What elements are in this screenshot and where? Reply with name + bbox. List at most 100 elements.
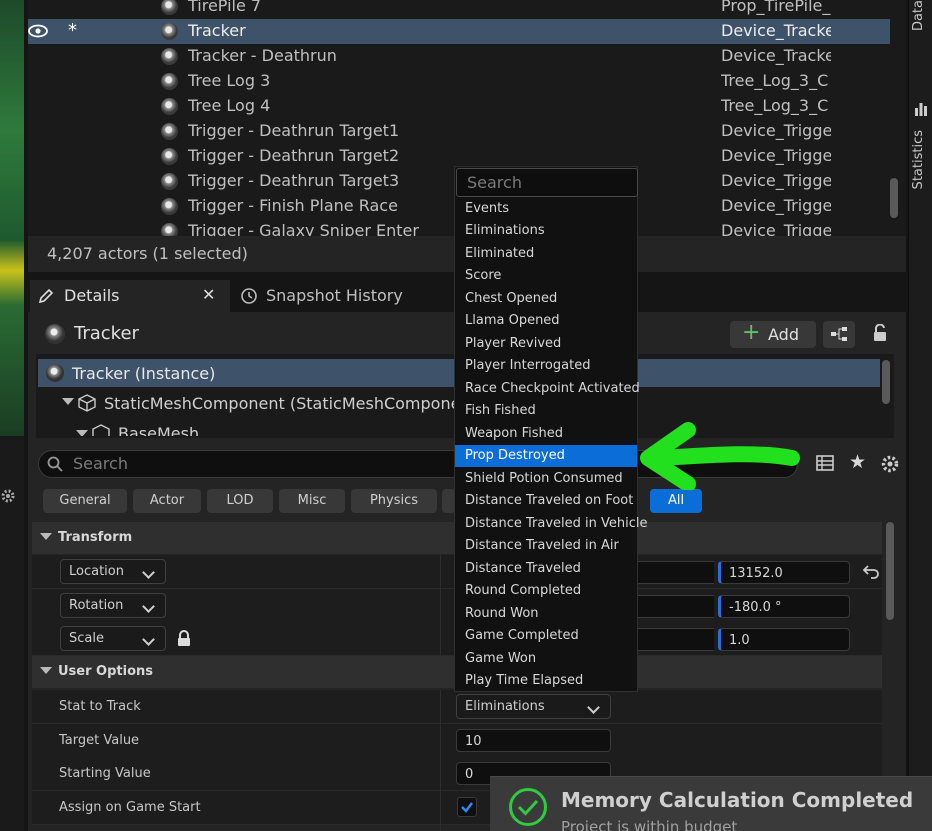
actor-type: Device_Trigge [721, 196, 831, 215]
rotation-z-field[interactable]: -180.0 ° [718, 595, 850, 618]
actor-icon [45, 324, 65, 344]
history-icon [241, 288, 257, 304]
menu-item[interactable]: Player Interrogated [455, 355, 637, 377]
filter-misc[interactable]: Misc [279, 489, 345, 513]
actor-name: Tree Log 4 [188, 96, 271, 115]
menu-item-highlighted[interactable]: Prop Destroyed [455, 445, 637, 467]
actor-name: Trigger - Deathrun Target1 [188, 121, 400, 140]
outliner-scrollbar[interactable] [890, 178, 898, 218]
rotation-y-field[interactable] [636, 595, 714, 618]
close-icon[interactable]: ✕ [202, 285, 215, 304]
assign-on-start-label: Assign on Game Start [59, 800, 201, 815]
scale-z-field[interactable]: 1.0 [718, 628, 850, 651]
component-label: BaseMesh [118, 424, 200, 436]
device-icon [161, 173, 178, 190]
location-z-field[interactable]: 13152.0 [718, 561, 850, 584]
actor-type: Device_Tracke [721, 46, 831, 65]
menu-search-input[interactable]: Search [456, 168, 638, 197]
viewport-edge [0, 0, 24, 436]
location-mode-dropdown[interactable]: Location [60, 559, 166, 584]
location-y-field[interactable] [636, 561, 714, 584]
target-value-field[interactable]: 10 [456, 729, 611, 752]
plus-icon: + [742, 320, 761, 345]
scale-y-field[interactable] [636, 628, 714, 651]
gear-icon[interactable] [0, 488, 16, 504]
lock-icon[interactable] [177, 630, 191, 646]
device-icon [46, 364, 64, 382]
add-label: Add [768, 325, 799, 344]
menu-item[interactable]: Shield Potion Consumed [455, 468, 637, 490]
component-label: Tracker (Instance) [72, 364, 216, 383]
bar-chart-icon [915, 103, 927, 116]
side-tab-strip: Data Statistics [908, 0, 932, 831]
component-row[interactable]: BaseMesh [38, 418, 458, 436]
actor-name: Trigger - Galaxy Sniper Enter [188, 221, 419, 236]
menu-item[interactable]: Game Completed [455, 625, 637, 647]
filter-physics[interactable]: Physics [351, 489, 437, 513]
menu-item[interactable]: Chest Opened [455, 288, 637, 310]
star-icon[interactable]: ★ [849, 451, 866, 473]
menu-item[interactable]: Events [455, 198, 637, 220]
actor-name: Trigger - Deathrun Target3 [188, 171, 400, 190]
device-icon [161, 98, 178, 115]
actor-name-title: Tracker [74, 323, 139, 344]
rotation-mode-dropdown[interactable]: Rotation [60, 593, 166, 618]
side-tab-data[interactable]: Data [911, 0, 926, 31]
menu-item[interactable]: Eliminated [455, 243, 637, 265]
menu-item[interactable]: Weapon Fished [455, 423, 637, 445]
expand-arrow-icon[interactable] [76, 430, 88, 436]
menu-item[interactable]: Score [455, 265, 637, 287]
component-scrollbar[interactable] [882, 360, 890, 404]
filter-lod[interactable]: LOD [207, 489, 273, 513]
cube-icon [78, 394, 96, 412]
expand-arrow-icon[interactable] [62, 398, 74, 405]
stat-to-track-dropdown[interactable]: Eliminations [456, 694, 611, 719]
side-tab-statistics[interactable]: Statistics [911, 130, 926, 189]
menu-item[interactable]: Eliminations [455, 220, 637, 242]
table-view-icon[interactable] [816, 454, 834, 472]
component-row[interactable]: StaticMeshComponent (StaticMeshCompone [38, 390, 461, 416]
actor-name: Tracker - Deathrun [188, 46, 337, 65]
actor-type: Device_Trigge [721, 146, 831, 165]
unlock-icon[interactable] [872, 324, 888, 342]
outliner-row[interactable]: TirePile 7 Prop_TirePile_ [28, 0, 890, 19]
actor-type: Device_Trigge [721, 221, 831, 236]
menu-item[interactable]: Distance Traveled in Vehicle [455, 513, 647, 535]
menu-item[interactable]: Distance Traveled [455, 558, 637, 580]
outliner-row[interactable]: Tracker - Deathrun Device_Tracke [28, 44, 890, 69]
success-check-icon [509, 788, 547, 826]
column-divider [440, 690, 441, 831]
outliner-row[interactable]: Trigger - Deathrun Target1 Device_Trigge [28, 119, 890, 144]
details-scrollbar[interactable] [886, 522, 894, 620]
tab-snapshot-label: Snapshot History [266, 286, 403, 305]
filter-actor[interactable]: Actor [133, 489, 201, 513]
blueprint-button[interactable] [823, 321, 855, 348]
menu-item[interactable]: Distance Traveled on Foot [455, 490, 637, 512]
add-component-button[interactable]: + Add [730, 321, 816, 348]
eye-icon[interactable] [28, 24, 48, 38]
component-label: StaticMeshComponent (StaticMeshCompone [104, 394, 461, 413]
outliner-row-selected[interactable]: * Tracker Device_Tracke [28, 19, 890, 44]
tab-details[interactable]: Details ✕ [30, 280, 230, 312]
menu-item[interactable]: Play Time Elapsed [455, 670, 637, 692]
menu-item[interactable]: Round Won [455, 603, 637, 625]
menu-item[interactable]: Player Revived [455, 333, 637, 355]
filter-all[interactable]: All [650, 489, 702, 513]
scale-mode-dropdown[interactable]: Scale [60, 626, 166, 651]
menu-item[interactable]: Llama Opened [455, 310, 637, 332]
assign-on-start-checkbox[interactable] [457, 797, 477, 817]
outliner-row[interactable]: Tree Log 4 Tree_Log_3_C [28, 94, 890, 119]
menu-item[interactable]: Fish Fished [455, 400, 637, 422]
reset-arrow-icon[interactable] [862, 563, 880, 579]
menu-item[interactable]: Round Completed [455, 580, 637, 602]
outliner-row[interactable]: Tree Log 3 Tree_Log_3_C [28, 69, 890, 94]
actor-name: TirePile 7 [188, 0, 262, 15]
menu-item[interactable]: Game Won [455, 648, 637, 670]
filter-general[interactable]: General [43, 489, 127, 513]
device-icon [161, 48, 178, 65]
menu-item[interactable]: Distance Traveled in Air [455, 535, 637, 557]
cube-icon [92, 424, 110, 436]
gear-icon[interactable] [880, 454, 900, 474]
menu-item[interactable]: Race Checkpoint Activated [455, 378, 640, 400]
tab-snapshot-history[interactable]: Snapshot History [232, 280, 462, 312]
